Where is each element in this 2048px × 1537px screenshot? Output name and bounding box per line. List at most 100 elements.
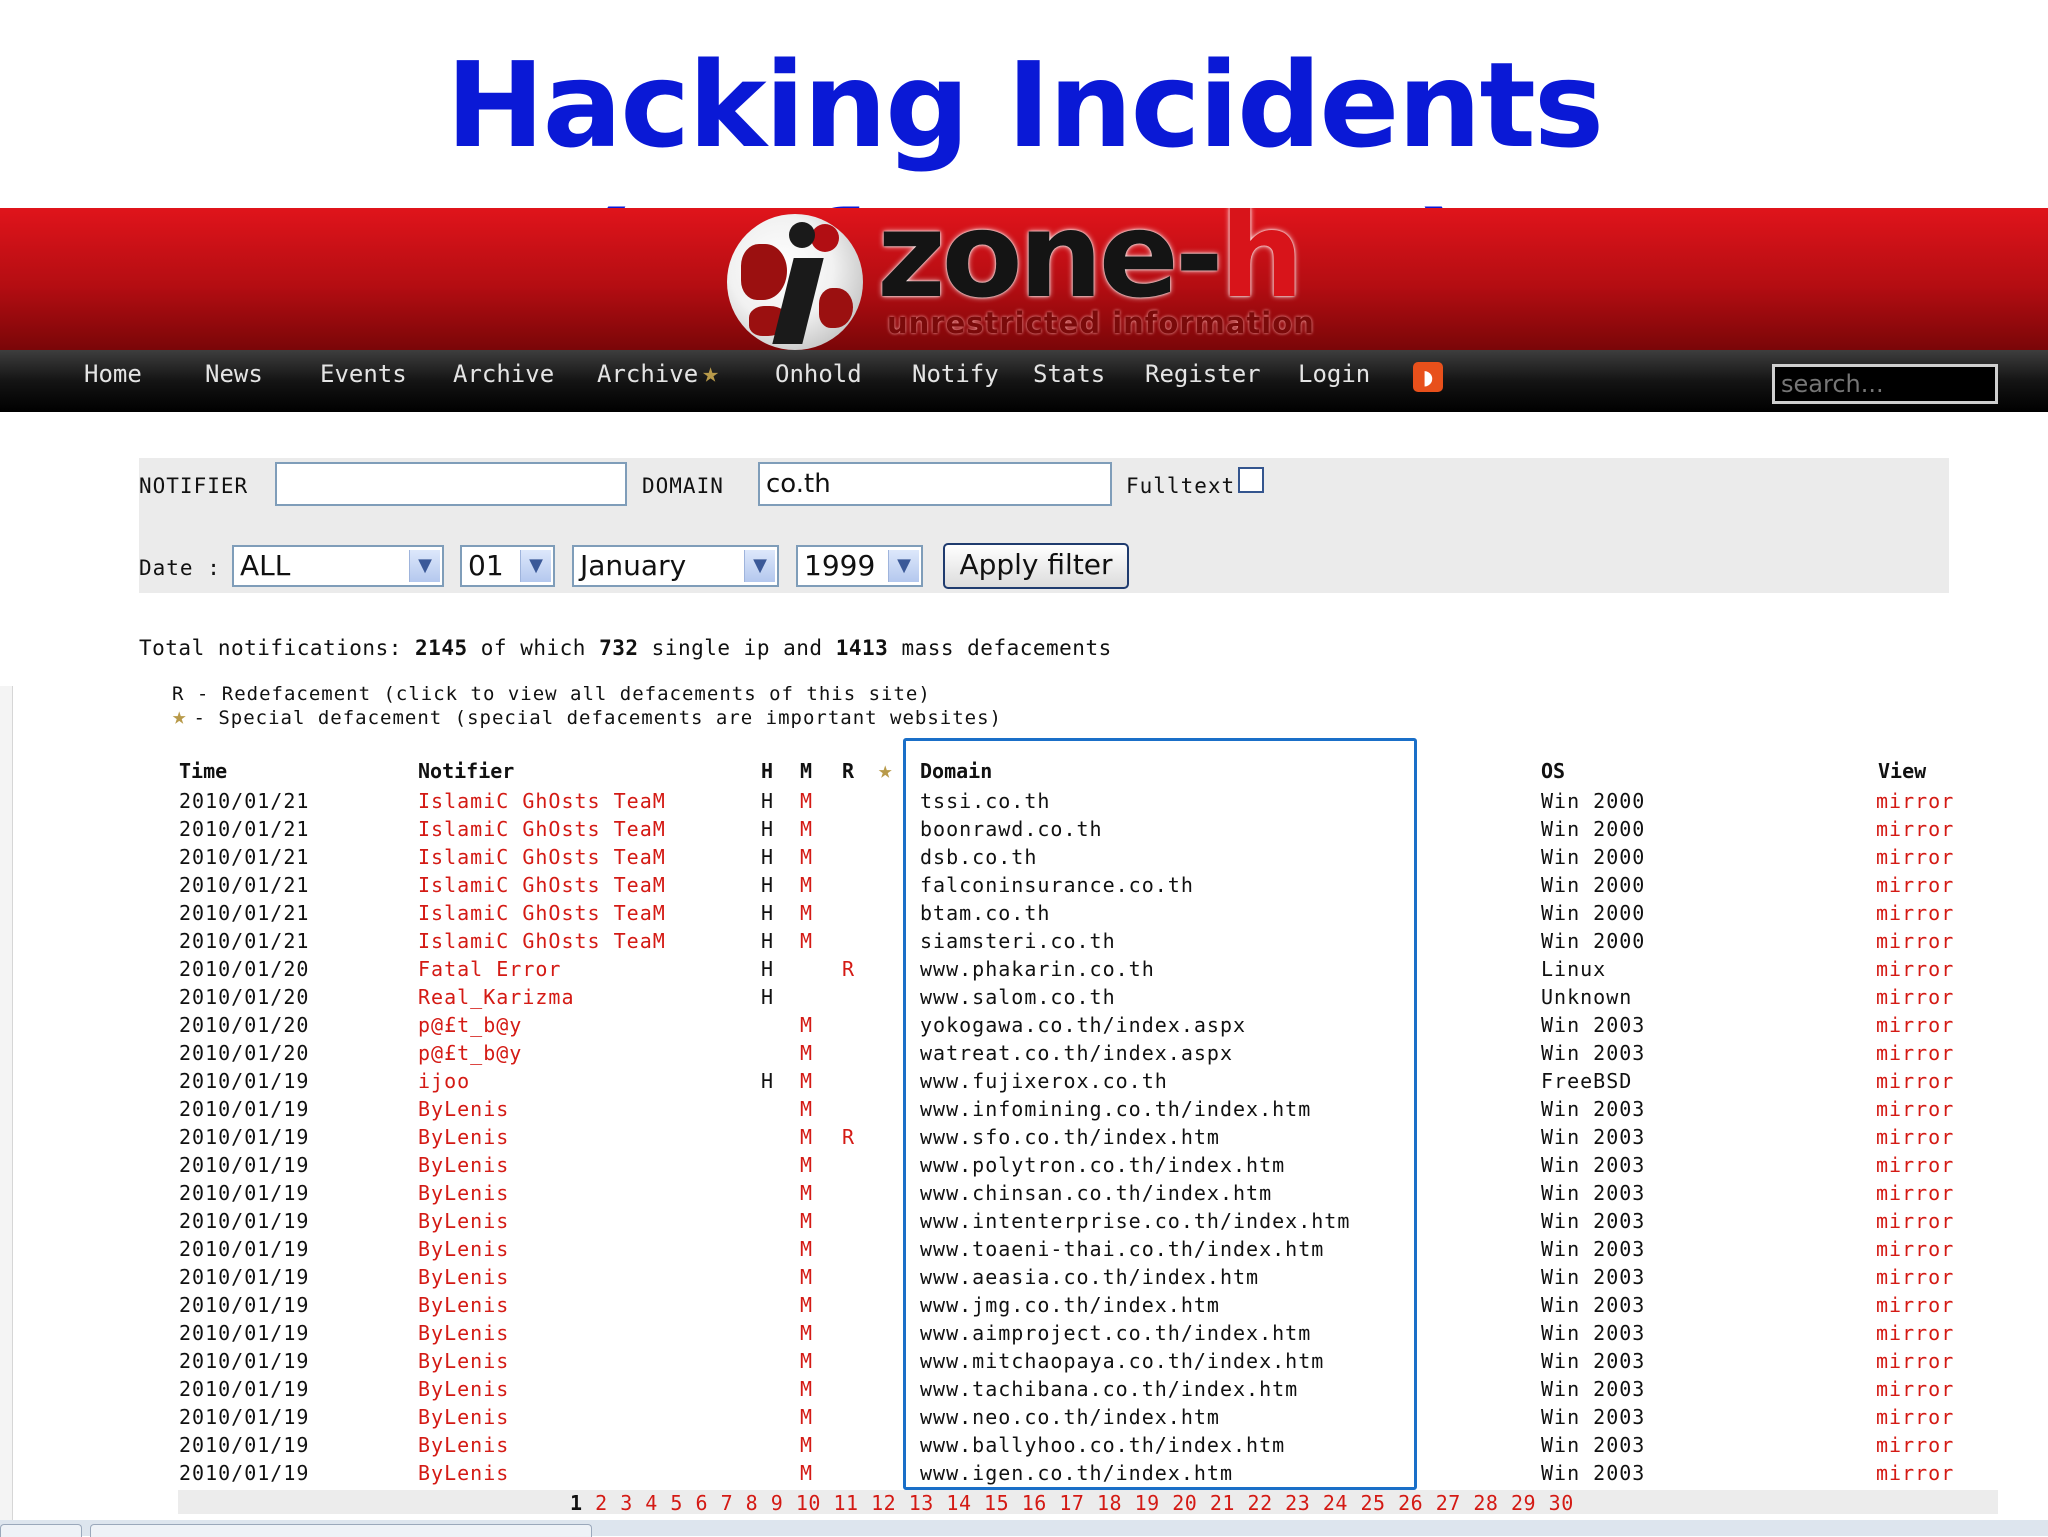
year-select[interactable]: 1999 ▼ — [796, 545, 923, 587]
row-notifier-link[interactable]: ByLenis — [418, 1291, 509, 1319]
row-mirror-link[interactable]: mirror — [1876, 1291, 1954, 1319]
page-link[interactable]: 29 — [1511, 1491, 1536, 1515]
row-notifier-link[interactable]: IslamiC GhOsts TeaM — [418, 787, 666, 815]
browser-tab[interactable] — [0, 1524, 82, 1537]
row-mirror-link[interactable]: mirror — [1876, 1011, 1954, 1039]
row-m-flag[interactable]: M — [800, 1375, 813, 1403]
row-notifier-link[interactable]: Fatal Error — [418, 955, 561, 983]
row-mirror-link[interactable]: mirror — [1876, 1067, 1954, 1095]
row-notifier-link[interactable]: Real_Karizma — [418, 983, 575, 1011]
row-m-flag[interactable]: M — [800, 1291, 813, 1319]
row-mirror-link[interactable]: mirror — [1876, 1179, 1954, 1207]
row-m-flag[interactable]: M — [800, 871, 813, 899]
page-link[interactable]: 3 — [620, 1491, 633, 1515]
page-link[interactable]: 4 — [645, 1491, 658, 1515]
row-mirror-link[interactable]: mirror — [1876, 1431, 1954, 1459]
row-m-flag[interactable]: M — [800, 1095, 813, 1123]
page-link[interactable]: 15 — [984, 1491, 1009, 1515]
row-m-flag[interactable]: M — [800, 1011, 813, 1039]
page-link[interactable]: 12 — [871, 1491, 896, 1515]
row-mirror-link[interactable]: mirror — [1876, 983, 1954, 1011]
nav-stats[interactable]: Stats — [1033, 358, 1105, 390]
row-mirror-link[interactable]: mirror — [1876, 815, 1954, 843]
notifier-input[interactable] — [275, 462, 627, 506]
nav-login[interactable]: Login — [1298, 358, 1370, 390]
domain-input[interactable] — [758, 462, 1112, 506]
row-notifier-link[interactable]: ijoo — [418, 1067, 470, 1095]
row-notifier-link[interactable]: ByLenis — [418, 1179, 509, 1207]
row-notifier-link[interactable]: ByLenis — [418, 1319, 509, 1347]
row-mirror-link[interactable]: mirror — [1876, 927, 1954, 955]
fulltext-checkbox[interactable] — [1238, 467, 1264, 493]
page-link[interactable]: 19 — [1135, 1491, 1160, 1515]
search-input[interactable] — [1772, 364, 1998, 404]
day-select[interactable]: 01 ▼ — [460, 545, 555, 587]
row-m-flag[interactable]: M — [800, 1459, 813, 1487]
row-r-link[interactable]: R — [842, 955, 855, 983]
row-mirror-link[interactable]: mirror — [1876, 1347, 1954, 1375]
page-link[interactable]: 10 — [796, 1491, 821, 1515]
row-notifier-link[interactable]: ByLenis — [418, 1235, 509, 1263]
row-mirror-link[interactable]: mirror — [1876, 1375, 1954, 1403]
row-m-flag[interactable]: M — [800, 927, 813, 955]
row-notifier-link[interactable]: ByLenis — [418, 1123, 509, 1151]
row-mirror-link[interactable]: mirror — [1876, 1459, 1954, 1487]
row-notifier-link[interactable]: ByLenis — [418, 1207, 509, 1235]
row-mirror-link[interactable]: mirror — [1876, 1319, 1954, 1347]
row-mirror-link[interactable]: mirror — [1876, 1095, 1954, 1123]
page-link[interactable]: 6 — [695, 1491, 708, 1515]
row-m-flag[interactable]: M — [800, 1067, 813, 1095]
row-m-flag[interactable]: M — [800, 1235, 813, 1263]
page-link[interactable]: 23 — [1285, 1491, 1310, 1515]
row-m-flag[interactable]: M — [800, 843, 813, 871]
row-notifier-link[interactable]: ByLenis — [418, 1263, 509, 1291]
nav-events[interactable]: Events — [320, 358, 407, 390]
row-m-flag[interactable]: M — [800, 1319, 813, 1347]
row-mirror-link[interactable]: mirror — [1876, 1123, 1954, 1151]
page-link[interactable]: 26 — [1398, 1491, 1423, 1515]
page-link[interactable]: 14 — [946, 1491, 971, 1515]
row-mirror-link[interactable]: mirror — [1876, 843, 1954, 871]
nav-archive[interactable]: Archive — [453, 358, 554, 390]
page-link[interactable]: 9 — [771, 1491, 784, 1515]
nav-register[interactable]: Register — [1145, 358, 1261, 390]
nav-notify[interactable]: Notify — [912, 358, 999, 390]
row-m-flag[interactable]: M — [800, 1403, 813, 1431]
date-range-select[interactable]: ALL ▼ — [232, 545, 444, 587]
row-mirror-link[interactable]: mirror — [1876, 1151, 1954, 1179]
page-link[interactable]: 16 — [1022, 1491, 1047, 1515]
row-notifier-link[interactable]: ByLenis — [418, 1095, 509, 1123]
row-notifier-link[interactable]: ByLenis — [418, 1347, 509, 1375]
page-link[interactable]: 13 — [909, 1491, 934, 1515]
row-mirror-link[interactable]: mirror — [1876, 1263, 1954, 1291]
row-notifier-link[interactable]: IslamiC GhOsts TeaM — [418, 899, 666, 927]
row-m-flag[interactable]: M — [800, 1431, 813, 1459]
row-m-flag[interactable]: M — [800, 1347, 813, 1375]
row-m-flag[interactable]: M — [800, 787, 813, 815]
row-notifier-link[interactable]: IslamiC GhOsts TeaM — [418, 815, 666, 843]
row-m-flag[interactable]: M — [800, 815, 813, 843]
row-notifier-link[interactable]: IslamiC GhOsts TeaM — [418, 843, 666, 871]
row-notifier-link[interactable]: ByLenis — [418, 1431, 509, 1459]
row-notifier-link[interactable]: ByLenis — [418, 1375, 509, 1403]
row-notifier-link[interactable]: p@£t_b@y — [418, 1011, 522, 1039]
row-mirror-link[interactable]: mirror — [1876, 1207, 1954, 1235]
nav-news[interactable]: News — [205, 358, 263, 390]
nav-archive-special[interactable]: Archive ★ — [597, 358, 719, 390]
row-m-flag[interactable]: M — [800, 1207, 813, 1235]
row-r-link[interactable]: R — [842, 1123, 855, 1151]
month-select[interactable]: January ▼ — [572, 545, 779, 587]
page-link[interactable]: 7 — [721, 1491, 734, 1515]
nav-home[interactable]: Home — [84, 358, 142, 390]
row-mirror-link[interactable]: mirror — [1876, 955, 1954, 983]
page-link[interactable]: 18 — [1097, 1491, 1122, 1515]
page-link[interactable]: 27 — [1436, 1491, 1461, 1515]
rss-icon[interactable]: ◗ — [1413, 362, 1443, 392]
browser-tab[interactable] — [90, 1524, 592, 1537]
nav-onhold[interactable]: Onhold — [775, 358, 862, 390]
row-notifier-link[interactable]: p@£t_b@y — [418, 1039, 522, 1067]
row-notifier-link[interactable]: ByLenis — [418, 1459, 509, 1487]
row-mirror-link[interactable]: mirror — [1876, 787, 1954, 815]
page-link[interactable]: 2 — [595, 1491, 608, 1515]
zone-h-logo[interactable]: zone-h unrestricted information — [725, 208, 1325, 350]
